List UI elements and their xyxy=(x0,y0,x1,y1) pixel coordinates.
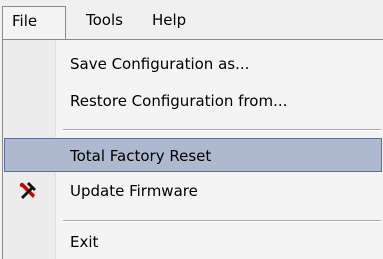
exit-menu-item[interactable]: Exit xyxy=(4,225,382,259)
menu-separator xyxy=(63,220,381,222)
restore-configuration-menu-item[interactable]: Restore Configuration from... xyxy=(4,84,382,118)
menu-help[interactable]: Help xyxy=(152,6,186,34)
menu-item-label: Exit xyxy=(70,233,99,251)
menu-item-label: Update Firmware xyxy=(70,182,198,200)
menu-bar: File Tools Help xyxy=(0,0,383,40)
save-configuration-menu-item[interactable]: Save Configuration as... xyxy=(4,47,382,81)
menu-tools[interactable]: Tools xyxy=(86,6,123,34)
menu-file[interactable]: File xyxy=(2,6,66,40)
menu-item-label: Restore Configuration from... xyxy=(70,92,288,110)
update-firmware-menu-item[interactable]: Update Firmware xyxy=(4,174,382,208)
hammer-wrench-icon xyxy=(18,181,38,201)
file-menu-dropdown: Save Configuration as... Restore Configu… xyxy=(2,39,383,259)
menu-item-label: Total Factory Reset xyxy=(70,147,212,165)
total-factory-reset-menu-item[interactable]: Total Factory Reset xyxy=(4,138,382,172)
menu-item-label: Save Configuration as... xyxy=(70,55,250,73)
menu-separator xyxy=(63,129,381,131)
